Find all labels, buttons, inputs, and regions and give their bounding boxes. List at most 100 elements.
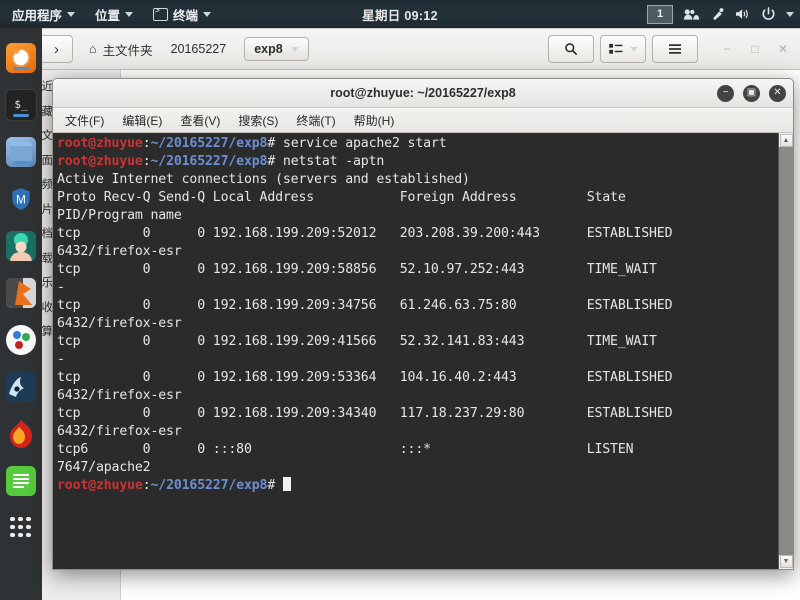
flame-icon: [6, 419, 36, 449]
breadcrumb-label: exp8: [254, 42, 283, 56]
menu-file[interactable]: 文件(F): [58, 110, 111, 131]
places-label: 位置: [95, 8, 121, 23]
dock-item-file-manager[interactable]: [0, 128, 42, 175]
scroll-up-button[interactable]: ▲: [779, 134, 793, 147]
prompt-user-host: root@zhuyue: [57, 478, 143, 493]
panel-applications-menu[interactable]: 应用程序: [0, 0, 85, 28]
menu-terminal[interactable]: 终端(T): [289, 110, 342, 131]
terminal-line: 6432/firefox-esr: [57, 388, 182, 403]
dock-item-image-editor[interactable]: [0, 269, 42, 316]
image-editor-icon: [6, 277, 36, 308]
terminal-close-button[interactable]: ✕: [769, 84, 786, 102]
menu-edit[interactable]: 编辑(E): [115, 110, 169, 131]
hamburger-menu-icon: [669, 44, 681, 54]
prompt-path: ~/20165227/exp8: [150, 154, 268, 169]
forward-button[interactable]: ›: [40, 36, 72, 62]
terminal-line: -: [57, 280, 65, 295]
search-button[interactable]: [548, 35, 594, 63]
terminal-maximize-button[interactable]: ▣: [743, 84, 760, 102]
dock-item-text-editor[interactable]: [0, 457, 42, 504]
terminal-cursor: [282, 477, 291, 491]
chevron-down-icon: [290, 46, 299, 52]
scroll-down-button[interactable]: ▼: [779, 555, 793, 568]
terminal-icon: [153, 7, 169, 21]
file-manager-toolbar: − □ ✕: [548, 35, 794, 63]
home-icon: ⌂: [89, 42, 97, 56]
terminal-line: -: [57, 352, 65, 367]
app-grid-icon: [6, 513, 36, 543]
fm-close-button[interactable]: ✕: [772, 38, 794, 60]
terminal-icon: $_: [5, 88, 37, 121]
volume-icon[interactable]: [735, 7, 751, 21]
terminal-line: root@zhuyue:~/20165227/exp8#: [57, 477, 778, 495]
terminal-content-wrapper: root@zhuyue:~/20165227/exp8# service apa…: [53, 133, 793, 569]
prompt-user-host: root@zhuyue: [57, 136, 143, 151]
view-mode-button[interactable]: [600, 35, 646, 63]
terminal-minimize-button[interactable]: −: [717, 84, 734, 102]
search-icon: [565, 43, 578, 56]
dock-item-app-grid[interactable]: [0, 504, 42, 551]
breadcrumb-item-home[interactable]: ⌂ 主文件夹: [89, 40, 153, 59]
panel-clock[interactable]: 星期日 09:12: [362, 5, 438, 24]
breadcrumb-item-20165227[interactable]: 20165227: [171, 42, 227, 56]
list-view-icon: [608, 43, 622, 54]
terminal-titlebar[interactable]: root@zhuyue: ~/20165227/exp8 − ▣ ✕: [53, 79, 793, 108]
terminal-label: 终端: [173, 8, 199, 23]
prompt-path: ~/20165227/exp8: [150, 136, 268, 151]
gnome-top-panel: 应用程序 位置 终端 星期日 09:12 1: [0, 0, 800, 28]
terminal-output[interactable]: root@zhuyue:~/20165227/exp8# service apa…: [53, 133, 778, 569]
file-manager-header: ‹ › ⌂ 主文件夹 20165227 exp8: [0, 29, 800, 70]
breadcrumb-label: 主文件夹: [102, 43, 153, 58]
terminal-line: Active Internet connections (servers and…: [57, 172, 470, 187]
menu-view[interactable]: 查看(V): [173, 110, 227, 131]
game-icon: [6, 371, 36, 402]
video-camera-icon[interactable]: [683, 8, 700, 21]
prompt-path: ~/20165227/exp8: [150, 478, 268, 493]
terminal-menubar: 文件(F) 编辑(E) 查看(V) 搜索(S) 终端(T) 帮助(H): [53, 108, 793, 133]
main-menu-button[interactable]: [652, 35, 698, 63]
media-player-icon: [6, 324, 36, 355]
panel-terminal-menu[interactable]: 终端: [143, 0, 221, 28]
scrollbar-track[interactable]: [778, 147, 793, 555]
dock-item-firefox[interactable]: [0, 34, 42, 81]
network-icon[interactable]: [710, 7, 725, 21]
panel-places-menu[interactable]: 位置: [85, 0, 143, 28]
chevron-down-icon[interactable]: [786, 11, 794, 17]
terminal-line: tcp6 0 0 :::80 :::* LISTEN: [57, 442, 634, 457]
dock-item-avatar-app[interactable]: [0, 222, 42, 269]
chevron-down-icon: [203, 11, 212, 17]
breadcrumb-item-exp8[interactable]: exp8: [244, 37, 309, 61]
terminal-line: 6432/firefox-esr: [57, 316, 182, 331]
prompt-command: # netstat -aptn: [267, 154, 385, 169]
terminal-window-buttons: − ▣ ✕: [717, 84, 786, 102]
text-editor-icon: [6, 465, 36, 496]
breadcrumb-label: 20165227: [170, 42, 227, 56]
panel-status-area: 1: [647, 0, 794, 28]
file-manager-icon: [6, 136, 36, 167]
firefox-icon: [6, 42, 36, 73]
dock-item-media-player[interactable]: [0, 316, 42, 363]
fm-maximize-button[interactable]: □: [744, 38, 766, 60]
workspace-switcher[interactable]: 1: [647, 4, 673, 24]
dock-item-game-app[interactable]: [0, 363, 42, 410]
terminal-scrollbar[interactable]: ▲ ▼: [778, 133, 793, 569]
application-dock: $_ M: [0, 28, 42, 600]
terminal-line: PID/Program name: [57, 208, 182, 223]
terminal-line: tcp 0 0 192.168.199.209:53364 104.16.40.…: [57, 370, 673, 385]
fm-minimize-button[interactable]: −: [716, 38, 738, 60]
chevron-down-icon: [629, 46, 638, 52]
menu-help[interactable]: 帮助(H): [347, 110, 402, 131]
dock-item-terminal[interactable]: $_: [0, 81, 42, 128]
dock-item-antivirus[interactable]: M: [0, 175, 42, 222]
terminal-line: tcp 0 0 192.168.199.209:58856 52.10.97.2…: [57, 262, 657, 277]
svg-text:M: M: [16, 192, 26, 206]
power-icon[interactable]: [761, 6, 776, 22]
shield-icon: M: [6, 184, 36, 214]
terminal-title: root@zhuyue: ~/20165227/exp8: [330, 86, 516, 100]
menu-search[interactable]: 搜索(S): [231, 110, 285, 131]
terminal-line: 7647/apache2: [57, 460, 151, 475]
terminal-line: tcp 0 0 192.168.199.209:52012 203.208.39…: [57, 226, 673, 241]
desktop-screen: ‹ › ⌂ 主文件夹 20165227 exp8: [0, 0, 800, 600]
dock-item-flame-app[interactable]: [0, 410, 42, 457]
breadcrumb: ⌂ 主文件夹 20165227 exp8: [89, 37, 309, 61]
